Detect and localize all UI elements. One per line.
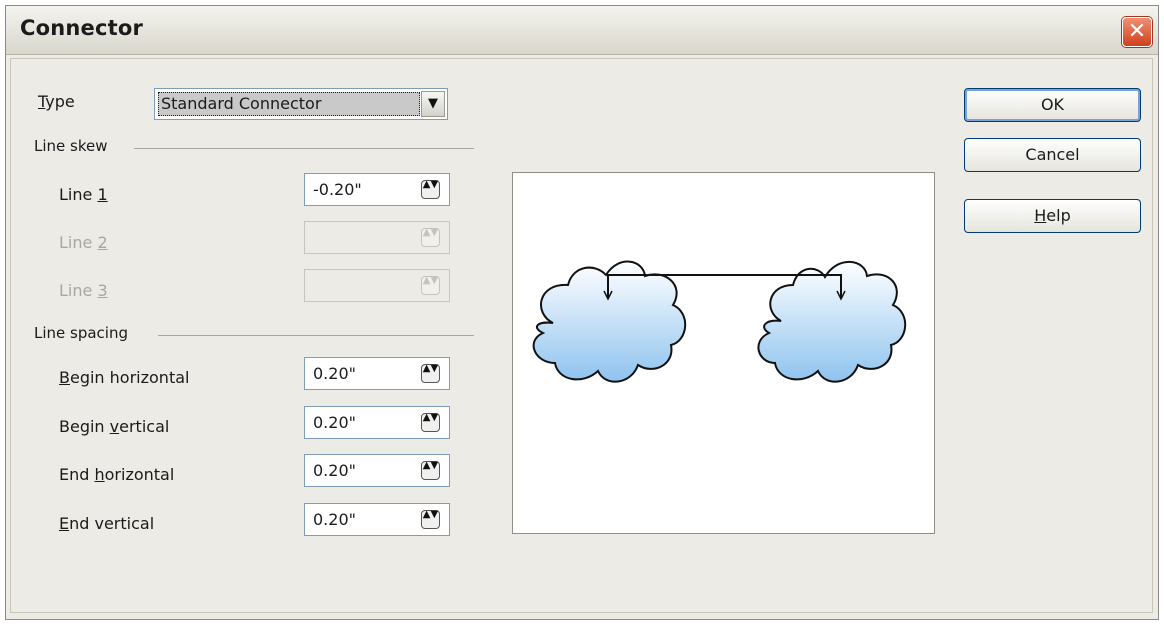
spin-updown-icon[interactable]: ▲▼ [421, 364, 440, 383]
spin-updown-icon[interactable]: ▲▼ [421, 413, 440, 432]
dialog-title: Connector [20, 16, 144, 40]
line-3-label: Line 3 [59, 281, 108, 300]
line-skew-section-label: Line skew [34, 137, 108, 155]
end-vertical-spinbox[interactable]: 0.20" ▲▼ [304, 503, 450, 536]
spin-updown-icon[interactable]: ▲▼ [421, 510, 440, 529]
close-icon[interactable]: ✕ [1122, 17, 1152, 47]
end-horizontal-label: End horizontal [59, 465, 175, 484]
type-dropdown[interactable]: Standard Connector ▼ [154, 88, 448, 120]
line-spacing-section-label: Line spacing [34, 324, 128, 342]
connector-preview [512, 172, 935, 534]
preview-drawing [532, 260, 907, 383]
line-1-label: Line 1 [59, 185, 108, 204]
begin-horizontal-spinbox[interactable]: 0.20" ▲▼ [304, 357, 450, 390]
chevron-down-icon[interactable]: ▼ [421, 91, 445, 117]
line-1-value: -0.20" [313, 180, 362, 199]
help-button[interactable]: Help [964, 199, 1141, 233]
line-2-spinbox[interactable]: ▲▼ [304, 221, 450, 254]
begin-vertical-spinbox[interactable]: 0.20" ▲▼ [304, 406, 450, 439]
spin-updown-icon[interactable]: ▲▼ [421, 461, 440, 480]
line-2-label: Line 2 [59, 233, 108, 252]
type-dropdown-value: Standard Connector [158, 92, 420, 116]
spin-updown-icon[interactable]: ▲▼ [421, 180, 440, 199]
cloud-left-shape [532, 260, 687, 383]
title-bar[interactable]: Connector ✕ [6, 6, 1158, 55]
line-3-spinbox[interactable]: ▲▼ [304, 269, 450, 302]
end-vertical-value: 0.20" [313, 510, 356, 529]
type-label: Type [38, 92, 75, 111]
begin-horizontal-label: Begin horizontal [59, 368, 190, 387]
ok-button[interactable]: OK [964, 88, 1141, 122]
begin-horizontal-value: 0.20" [313, 364, 356, 383]
connector-dialog: Connector ✕ Type Standard Connector ▼ Li… [5, 5, 1159, 620]
cancel-button[interactable]: Cancel [964, 138, 1141, 172]
line-1-spinbox[interactable]: -0.20" ▲▼ [304, 173, 450, 206]
spin-updown-icon[interactable]: ▲▼ [421, 228, 440, 247]
begin-vertical-label: Begin vertical [59, 417, 170, 436]
spin-updown-icon[interactable]: ▲▼ [421, 276, 440, 295]
end-vertical-label: End vertical [59, 514, 155, 533]
line-skew-divider [134, 148, 474, 149]
begin-vertical-value: 0.20" [313, 413, 356, 432]
end-horizontal-spinbox[interactable]: 0.20" ▲▼ [304, 454, 450, 487]
line-spacing-divider [158, 335, 474, 336]
end-horizontal-value: 0.20" [313, 461, 356, 480]
cloud-right-shape [757, 260, 907, 383]
